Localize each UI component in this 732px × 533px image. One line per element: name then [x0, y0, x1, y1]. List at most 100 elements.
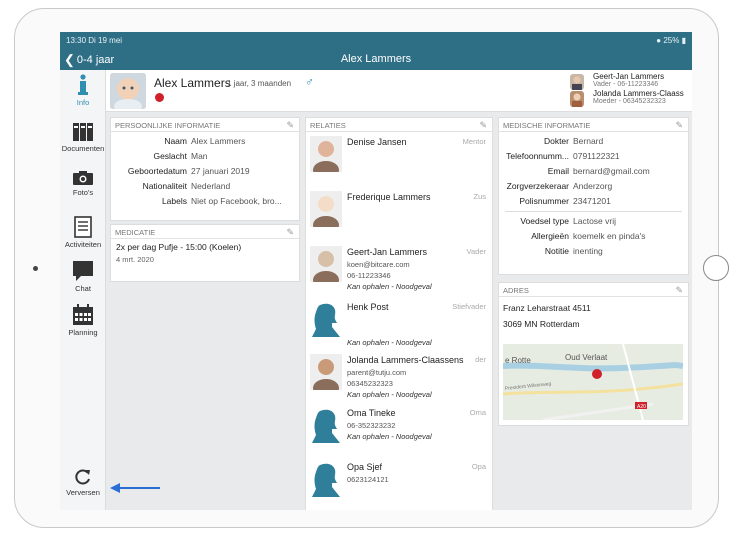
relation-role: Zus	[473, 192, 486, 201]
info-key: Notitie	[544, 246, 569, 256]
app-screen: 13:30 Di 19 mei ● 25% ▮ ❮ 0-4 jaar Alex L…	[60, 32, 692, 510]
sidebar-item-label: Foto's	[72, 188, 94, 197]
info-key: Geboortedatum	[127, 166, 187, 176]
map-label: e Rotte	[505, 356, 531, 365]
card-title-text: RELATIES	[310, 121, 346, 130]
relation-contact: 06-11223346	[347, 271, 391, 280]
relation-role: Oma	[469, 408, 486, 417]
sidebar-item-info[interactable]: Info	[60, 74, 106, 107]
sidebar-item-chat[interactable]: Chat	[60, 260, 106, 293]
relation-contact: koen@bitcare.com	[347, 260, 410, 269]
sidebar-item-label: Documenten	[61, 144, 105, 153]
refresh-icon	[75, 469, 90, 485]
camera-icon	[73, 171, 93, 185]
medication-card: MEDICATIE ✎ 2x per dag Pufje - 15:00 (Koe…	[110, 224, 300, 282]
info-row: Dokter Bernard	[499, 134, 688, 149]
person-silhouette-icon	[312, 463, 340, 497]
medical-info-card: MEDISCHE INFORMATIE ✎ Dokter Bernard Telefo…	[498, 117, 689, 275]
info-value: koemelk en pinda's	[573, 231, 646, 241]
info-value: 0791122321	[573, 151, 620, 161]
sidebar-item-photos[interactable]: Foto's	[60, 170, 106, 197]
info-key: Dokter	[543, 136, 569, 146]
relation-item[interactable]: Geert-Jan Lammers Vader koen@bitcare.com 06…	[306, 242, 492, 297]
person-silhouette-icon	[312, 303, 340, 337]
edit-icon[interactable]: ✎	[675, 285, 683, 296]
calendar-icon	[73, 304, 93, 325]
sidebar-item-label: Planning	[68, 328, 98, 337]
card-title: ADRES ✎	[499, 283, 688, 297]
relation-role: Vader	[466, 247, 486, 256]
relation-note: Kan ophalen - Noodgeval	[347, 282, 432, 291]
relation-note: Kan ophalen - Noodgeval	[347, 338, 432, 347]
info-value: Nederland	[191, 181, 231, 191]
info-row: Geslacht Man	[111, 149, 299, 164]
parent-father[interactable]: Geert-Jan Lammers Vader - 06-11223346	[593, 72, 688, 88]
edit-icon[interactable]: ✎	[286, 227, 294, 238]
tablet-camera	[33, 266, 38, 271]
relations-card: RELATIES ✎ Denise Jansen Mentor Frederique …	[305, 117, 493, 510]
relation-avatar	[310, 246, 342, 282]
relation-item[interactable]: Denise Jansen Mentor	[306, 132, 492, 187]
documents-icon	[73, 123, 93, 141]
child-name: Alex Lammers	[154, 76, 231, 90]
card-title: PERSOONLIJKE INFORMATIE ✎	[111, 118, 299, 132]
info-row: Notitie inenting	[499, 244, 688, 259]
card-title: MEDICATIE ✎	[111, 225, 299, 239]
info-row: Nationaliteit Nederland	[111, 179, 299, 194]
relation-avatar	[310, 136, 342, 172]
relation-role: Opa	[471, 462, 486, 471]
relation-name: Frederique Lammers	[347, 192, 431, 202]
info-value: Alex Lammers	[191, 136, 246, 146]
medication-item: 2x per dag Pufje - 15:00 (Koelen)	[116, 242, 242, 252]
home-button[interactable]	[703, 255, 729, 281]
parent-avatar	[570, 74, 584, 90]
info-key: Email	[547, 166, 569, 176]
relation-item[interactable]: Jolanda Lammers-Claassens der parent@tutju…	[306, 350, 492, 403]
card-title-text: ADRES	[503, 286, 529, 295]
status-dot	[155, 93, 164, 102]
sidebar-item-label: Activiteiten	[64, 240, 102, 249]
map-label: Oud Verlaat	[565, 353, 608, 362]
info-key: Allergieën	[531, 231, 569, 241]
relation-contact: 0623124121	[347, 475, 389, 484]
relation-item[interactable]: Opa Sjef Opa 0623124121	[306, 457, 492, 510]
sidebar-item-activities[interactable]: Activiteiten	[60, 216, 106, 249]
child-avatar	[110, 73, 146, 109]
relation-role: Stiefvader	[452, 302, 486, 311]
parent-mother[interactable]: Jolanda Lammers-Claass Moeder - 063452323…	[593, 89, 688, 105]
refresh-button[interactable]: Verversen	[60, 468, 106, 497]
relation-role: Mentor	[462, 137, 486, 146]
relation-name: Geert-Jan Lammers	[347, 247, 428, 257]
relation-item[interactable]: Frederique Lammers Zus	[306, 187, 492, 242]
relation-name: Opa Sjef	[347, 462, 383, 472]
edit-icon[interactable]: ✎	[675, 120, 683, 131]
child-header: Alex Lammers 1 jaar, 3 maanden ♂ Geert-J…	[106, 70, 692, 112]
relation-avatar	[310, 191, 342, 227]
relation-item[interactable]: Oma Tineke Oma 06-352323232 Kan ophalen - N…	[306, 403, 492, 457]
relation-name: Jolanda Lammers-Claassens	[347, 355, 464, 365]
info-icon	[78, 74, 88, 95]
relation-contact: 06-352323232	[347, 421, 396, 430]
address-map[interactable]: Oud Verlaat e Rotte President Wilsonweg …	[503, 344, 683, 420]
card-title-text: MEDICATIE	[115, 228, 156, 237]
info-row: Email bernard@gmail.com	[499, 164, 688, 179]
info-key: Voedsel type	[520, 216, 569, 226]
edit-icon[interactable]: ✎	[286, 120, 294, 131]
sidebar-item-planning[interactable]: Planning	[60, 304, 106, 337]
card-title-text: PERSOONLIJKE INFORMATIE	[115, 121, 221, 130]
relation-contact: 06345232323	[347, 379, 393, 388]
sidebar-item-label: Chat	[75, 284, 91, 293]
info-row: Geboortedatum 27 januari 2019	[111, 164, 299, 179]
battery-indicator: ● 25% ▮	[656, 35, 686, 45]
info-value: inenting	[573, 246, 603, 256]
status-date: Di 19 mei	[88, 35, 123, 45]
relation-item[interactable]: Henk Post Stiefvader Kan ophalen - Noodgev…	[306, 297, 492, 350]
sidebar-item-documents[interactable]: Documenten	[60, 122, 106, 153]
info-value: Bernard	[573, 136, 604, 146]
card-title: RELATIES ✎	[306, 118, 492, 132]
edit-icon[interactable]: ✎	[479, 120, 487, 131]
relation-note: Kan ophalen - Noodgeval	[347, 390, 432, 399]
info-key: Naam	[164, 136, 187, 146]
relation-note: Kan ophalen - Noodgeval	[347, 432, 432, 441]
personal-info-card: PERSOONLIJKE INFORMATIE ✎ Naam Alex Lammer…	[110, 117, 300, 221]
